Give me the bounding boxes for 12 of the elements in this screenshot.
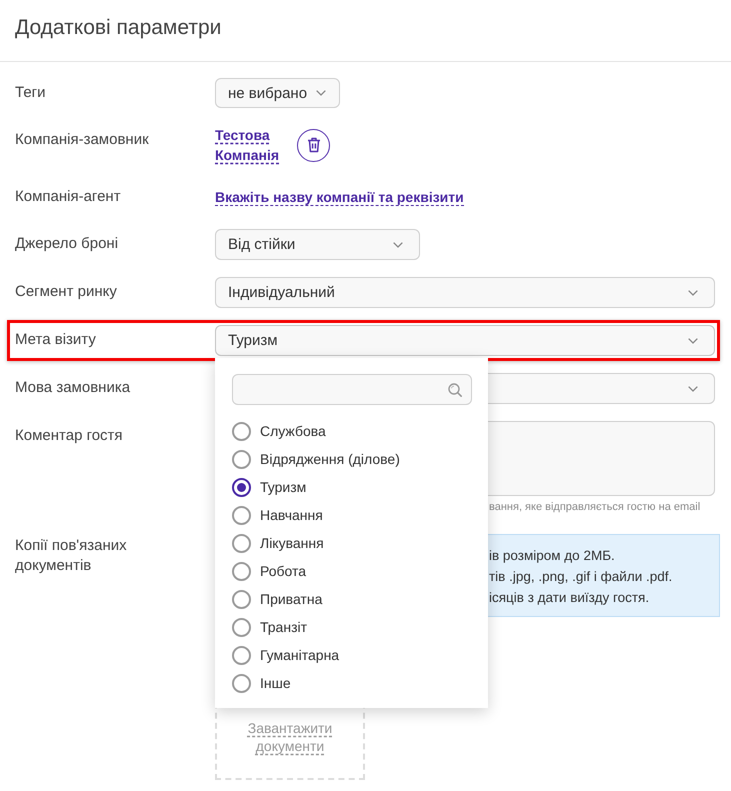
field-label: Коментар гостя bbox=[15, 426, 123, 446]
field-label: Копії пов'язаних документів bbox=[15, 536, 128, 576]
field-label: Компанія-замовник bbox=[15, 130, 149, 150]
field-label: Джерело броні bbox=[15, 234, 118, 254]
info-text: ів розміром до 2МБ. тів .jpg, .png, .gif і файли .pdf. ісяців з дати виїзду гостя. bbox=[489, 547, 672, 607]
field-label: Мета візиту bbox=[15, 330, 96, 350]
field-label: Сегмент ринку bbox=[15, 282, 117, 302]
field-label: Компанія-агент bbox=[15, 187, 121, 207]
field-label: Мова замовника bbox=[15, 378, 130, 398]
page-title: Додаткові параметри bbox=[15, 16, 222, 39]
hint-text: вання, яке відправляється гостю на email bbox=[489, 500, 700, 514]
field-label: Теги bbox=[15, 83, 46, 103]
